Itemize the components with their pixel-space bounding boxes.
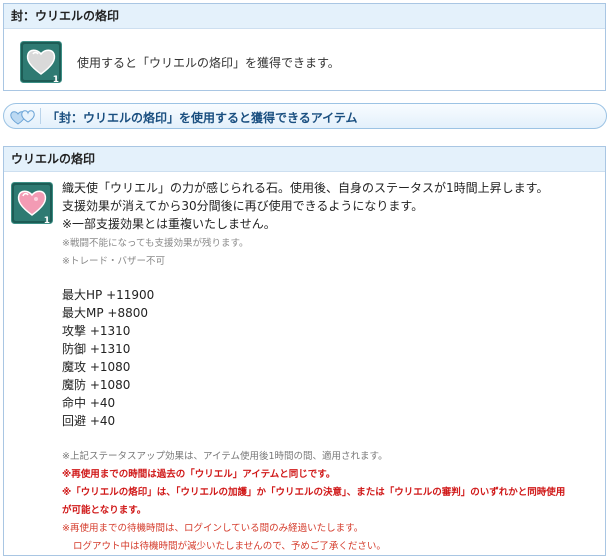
item-small-note: ※戦闘不能になっても支援効果が残ります。 bbox=[62, 238, 249, 249]
item-count: 1 bbox=[52, 75, 59, 85]
footnote: ※上記ステータスアップ効果は、アイテム使用後1時間の間、適用されます。 bbox=[62, 451, 388, 462]
item-detail-panel: ウリエルの烙印 1 織天使「ウリエル」の力が感じられる石。使用後、自身のステータ… bbox=[3, 146, 606, 556]
item-title: ウリエルの烙印 bbox=[4, 147, 605, 172]
stat-line: 最大MP +8800 bbox=[62, 306, 148, 320]
warning-note: が可能となります。 bbox=[62, 505, 147, 516]
footnote: ログアウト中は待機時間が減少いたしませんので、予めご了承ください。 bbox=[73, 541, 386, 552]
item-description-line: 支援効果が消えてから30分間後に再び使用できるようになります。 bbox=[62, 199, 424, 213]
item-count: 1 bbox=[43, 216, 50, 226]
seal-item-title: 封：ウリエルの烙印 bbox=[4, 4, 605, 29]
pink-heart-icon[interactable]: 1 bbox=[11, 182, 53, 227]
warning-note: ※「ウリエルの烙印」は、「ウリエルの加護」か「ウリエルの決意」、または「ウリエル… bbox=[62, 487, 566, 498]
banner-divider bbox=[40, 108, 41, 124]
stat-line: 攻撃 +1310 bbox=[62, 324, 131, 338]
stat-line: 最大HP +11900 bbox=[62, 288, 155, 302]
footnote: ※再使用までの待機時間は、ログインしている間のみ経過いたします。 bbox=[62, 523, 364, 534]
stat-line: 魔防 +1080 bbox=[62, 378, 131, 392]
stat-line: 魔攻 +1080 bbox=[62, 360, 131, 374]
stat-line: 防御 +1310 bbox=[62, 342, 131, 356]
item-description-line: ※一部支援効果とは重複いたしません。 bbox=[62, 217, 276, 231]
stat-line: 回避 +40 bbox=[62, 414, 116, 428]
seal-item-description: 使用すると「ウリエルの烙印」を獲得できます。 bbox=[77, 56, 340, 70]
item-small-note: ※トレード・バザー不可 bbox=[62, 256, 165, 267]
item-description-line: 織天使「ウリエル」の力が感じられる石。使用後、自身のステータスが1時間上昇します… bbox=[62, 181, 549, 195]
banner-title: 「封：ウリエルの烙印」を使用すると獲得できるアイテム bbox=[47, 111, 358, 125]
stat-line: 命中 +40 bbox=[62, 396, 116, 410]
seal-item-panel: 封：ウリエルの烙印 1 使用すると「ウリエルの烙印」を獲得できます。 bbox=[3, 3, 606, 91]
warning-note: ※再使用までの時間は過去の「ウリエル」アイテムと同じです。 bbox=[62, 469, 336, 480]
heart-icon[interactable]: 1 bbox=[20, 41, 62, 86]
obtainable-items-banner: 「封：ウリエルの烙印」を使用すると獲得できるアイテム bbox=[3, 103, 607, 129]
hearts-icon bbox=[9, 108, 37, 129]
